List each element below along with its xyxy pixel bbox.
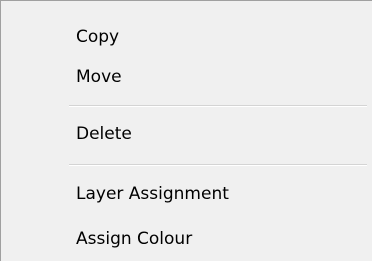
menu-separator xyxy=(69,164,367,166)
menu-item-move[interactable]: Move xyxy=(2,58,372,96)
menu-item-delete[interactable]: Delete xyxy=(2,115,372,153)
menu-item-copy[interactable]: Copy xyxy=(2,18,372,56)
menu-item-layer-assignment[interactable]: Layer Assignment xyxy=(2,175,372,213)
menu-item-assign-colour[interactable]: Assign Colour xyxy=(2,220,372,258)
context-menu: Copy Move Delete Layer Assignment Assign… xyxy=(0,0,372,261)
menu-separator xyxy=(69,105,367,107)
